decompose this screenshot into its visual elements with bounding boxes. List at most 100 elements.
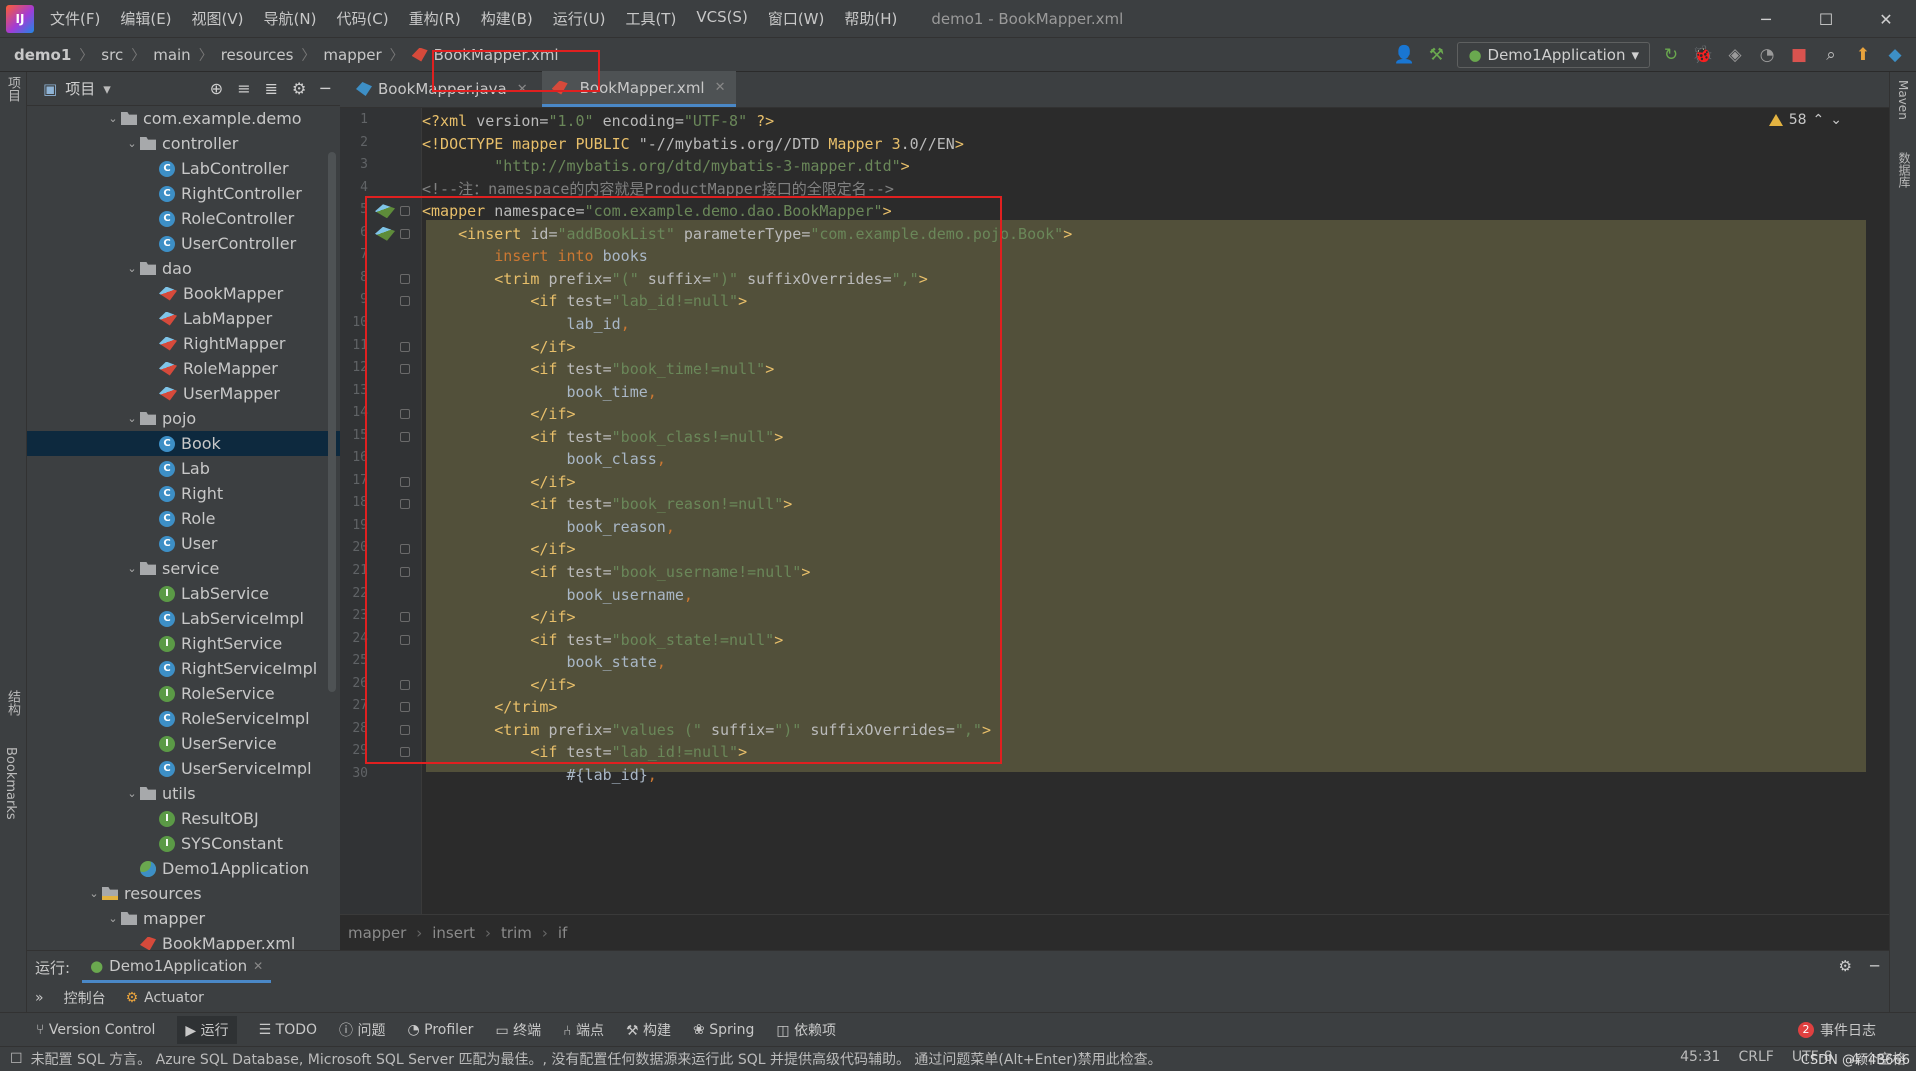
menu-item[interactable]: 文件(F) bbox=[40, 8, 110, 29]
inspection-widget[interactable]: 58 ⌃ ⌄ bbox=[1768, 112, 1842, 128]
menu-item[interactable]: 构建(B) bbox=[471, 8, 543, 29]
build-hammer-icon[interactable]: ⚒ bbox=[1425, 45, 1447, 65]
chevron-up-icon[interactable]: ⌃ bbox=[1813, 112, 1825, 128]
editor-breadcrumb-item[interactable]: insert bbox=[432, 924, 475, 942]
tree-item[interactable]: C RoleController bbox=[27, 206, 340, 231]
structure-tool-tab[interactable]: 结构 bbox=[3, 690, 22, 716]
tree-item[interactable]: I UserService bbox=[27, 731, 340, 756]
expand-all-icon[interactable]: ≡ bbox=[237, 79, 250, 98]
database-tool-tab[interactable]: 数据库 bbox=[1896, 152, 1913, 188]
stop-icon[interactable]: ■ bbox=[1788, 45, 1810, 65]
menu-item[interactable]: 导航(N) bbox=[254, 8, 327, 29]
chevron-down-icon[interactable]: ▾ bbox=[103, 80, 111, 98]
locate-icon[interactable]: ⊕ bbox=[210, 79, 223, 98]
tree-item[interactable]: ⌄ pojo bbox=[27, 406, 340, 431]
editor-breadcrumb-item[interactable]: if bbox=[558, 924, 567, 942]
gear-icon[interactable]: ⚙ bbox=[292, 79, 306, 98]
expand-arrow-icon[interactable]: ⌄ bbox=[124, 137, 140, 150]
tree-item[interactable]: C UserController bbox=[27, 231, 340, 256]
project-tool-tab[interactable]: 项目 bbox=[3, 76, 22, 102]
tree-item[interactable]: C RoleServiceImpl bbox=[27, 706, 340, 731]
tree-item[interactable]: Demo1Application bbox=[27, 856, 340, 881]
tree-item[interactable]: C Role bbox=[27, 506, 340, 531]
line-separator[interactable]: CRLF bbox=[1738, 1049, 1773, 1069]
tree-item[interactable]: C RightServiceImpl bbox=[27, 656, 340, 681]
bookmarks-tool-tab[interactable]: Bookmarks bbox=[3, 747, 18, 820]
profile-icon[interactable]: ◔ bbox=[1756, 45, 1778, 65]
tree-item[interactable]: I ResultOBJ bbox=[27, 806, 340, 831]
tree-item[interactable]: ⌄ com.example.demo bbox=[27, 106, 340, 131]
event-log-button[interactable]: 2 事件日志 bbox=[1798, 1020, 1916, 1040]
tree-item[interactable]: ⌄ controller bbox=[27, 131, 340, 156]
menu-item[interactable]: 运行(U) bbox=[543, 8, 616, 29]
debug-icon[interactable]: 🐞 bbox=[1692, 45, 1714, 65]
close-tab-icon[interactable]: ✕ bbox=[253, 959, 263, 973]
expand-icon[interactable]: » bbox=[35, 990, 44, 1006]
menu-item[interactable]: VCS(S) bbox=[686, 8, 757, 29]
breadcrumb-item[interactable]: src bbox=[101, 46, 123, 64]
tree-item[interactable]: C Right bbox=[27, 481, 340, 506]
tree-item[interactable]: ⌄ utils bbox=[27, 781, 340, 806]
maven-tool-tab[interactable]: Maven bbox=[1896, 80, 1910, 120]
tree-item[interactable]: C LabController bbox=[27, 156, 340, 181]
expand-arrow-icon[interactable]: ⌄ bbox=[105, 912, 121, 925]
gear-icon[interactable]: ⚙ bbox=[1839, 957, 1852, 975]
tree-item[interactable]: BookMapper bbox=[27, 281, 340, 306]
collapse-all-icon[interactable]: ≣ bbox=[265, 79, 278, 98]
run-tab-demo1application[interactable]: ● Demo1Application ✕ bbox=[82, 951, 272, 983]
tree-item[interactable]: I RightService bbox=[27, 631, 340, 656]
menu-item[interactable]: 窗口(W) bbox=[758, 8, 835, 29]
code-line[interactable]: <?xml version="1.0" encoding="UTF-8" ?> bbox=[422, 110, 774, 133]
breadcrumb-item[interactable]: demo1 bbox=[14, 46, 71, 64]
actuator-tab[interactable]: ⚙ Actuator bbox=[126, 990, 204, 1006]
tree-item[interactable]: ⌄ service bbox=[27, 556, 340, 581]
project-scrollbar[interactable] bbox=[328, 152, 336, 692]
editor-breadcrumb-item[interactable]: trim bbox=[501, 924, 532, 942]
close-tab-icon[interactable]: ✕ bbox=[715, 80, 726, 95]
tool-dependencies[interactable]: ◫ 依赖项 bbox=[776, 1020, 836, 1040]
hide-icon[interactable]: ─ bbox=[320, 79, 330, 98]
plugin-icon[interactable]: ◆ bbox=[1884, 45, 1906, 65]
tree-item[interactable]: BookMapper.xml bbox=[27, 931, 340, 950]
breadcrumb-item[interactable]: mapper bbox=[323, 46, 381, 64]
maximize-button[interactable]: ☐ bbox=[1796, 0, 1856, 38]
tool-todo[interactable]: ☰ TODO bbox=[259, 1022, 317, 1038]
menu-item[interactable]: 代码(C) bbox=[326, 8, 398, 29]
expand-arrow-icon[interactable]: ⌄ bbox=[124, 262, 140, 275]
tree-item[interactable]: ⌄ resources bbox=[27, 881, 340, 906]
menu-item[interactable]: 视图(V) bbox=[182, 8, 254, 29]
tool-profiler[interactable]: ◔ Profiler bbox=[407, 1022, 473, 1038]
menu-item[interactable]: 重构(R) bbox=[399, 8, 471, 29]
console-tab[interactable]: 控制台 bbox=[64, 988, 106, 1008]
tree-item[interactable]: I LabService bbox=[27, 581, 340, 606]
tool-problems[interactable]: ⓘ 问题 bbox=[339, 1020, 385, 1040]
tree-item[interactable]: C UserServiceImpl bbox=[27, 756, 340, 781]
expand-arrow-icon[interactable]: ⌄ bbox=[105, 112, 121, 125]
tree-item[interactable]: C LabServiceImpl bbox=[27, 606, 340, 631]
breadcrumb-item[interactable]: resources bbox=[221, 46, 294, 64]
rerun-icon[interactable]: ↻ bbox=[1660, 45, 1682, 65]
code-line[interactable]: #{lab_id}, bbox=[422, 764, 657, 787]
tree-item[interactable]: C Book bbox=[27, 431, 340, 456]
tree-item[interactable]: I SYSConstant bbox=[27, 831, 340, 856]
tree-item[interactable]: ⌄ mapper bbox=[27, 906, 340, 931]
vcs-user-icon[interactable]: 👤 bbox=[1393, 45, 1415, 65]
coverage-icon[interactable]: ◈ bbox=[1724, 45, 1746, 65]
expand-arrow-icon[interactable]: ⌄ bbox=[124, 412, 140, 425]
tree-item[interactable]: C User bbox=[27, 531, 340, 556]
tool-terminal[interactable]: ▭ 终端 bbox=[495, 1020, 541, 1040]
expand-arrow-icon[interactable]: ⌄ bbox=[124, 562, 140, 575]
status-toggle-icon[interactable]: ☐ bbox=[10, 1051, 23, 1067]
run-config-select[interactable]: ● Demo1Application ▾ bbox=[1457, 42, 1650, 68]
code-line[interactable]: "http://mybatis.org/dtd/mybatis-3-mapper… bbox=[422, 155, 909, 178]
tree-item[interactable]: RoleMapper bbox=[27, 356, 340, 381]
tree-item[interactable]: LabMapper bbox=[27, 306, 340, 331]
expand-arrow-icon[interactable]: ⌄ bbox=[86, 887, 102, 900]
breadcrumb-item[interactable]: main bbox=[153, 46, 190, 64]
expand-arrow-icon[interactable]: ⌄ bbox=[124, 787, 140, 800]
update-icon[interactable]: ⬆ bbox=[1852, 45, 1874, 65]
tree-item[interactable]: I RoleService bbox=[27, 681, 340, 706]
minimize-button[interactable]: ─ bbox=[1736, 0, 1796, 38]
tool-spring[interactable]: ❀ Spring bbox=[693, 1022, 754, 1038]
tree-item[interactable]: ⌄ dao bbox=[27, 256, 340, 281]
